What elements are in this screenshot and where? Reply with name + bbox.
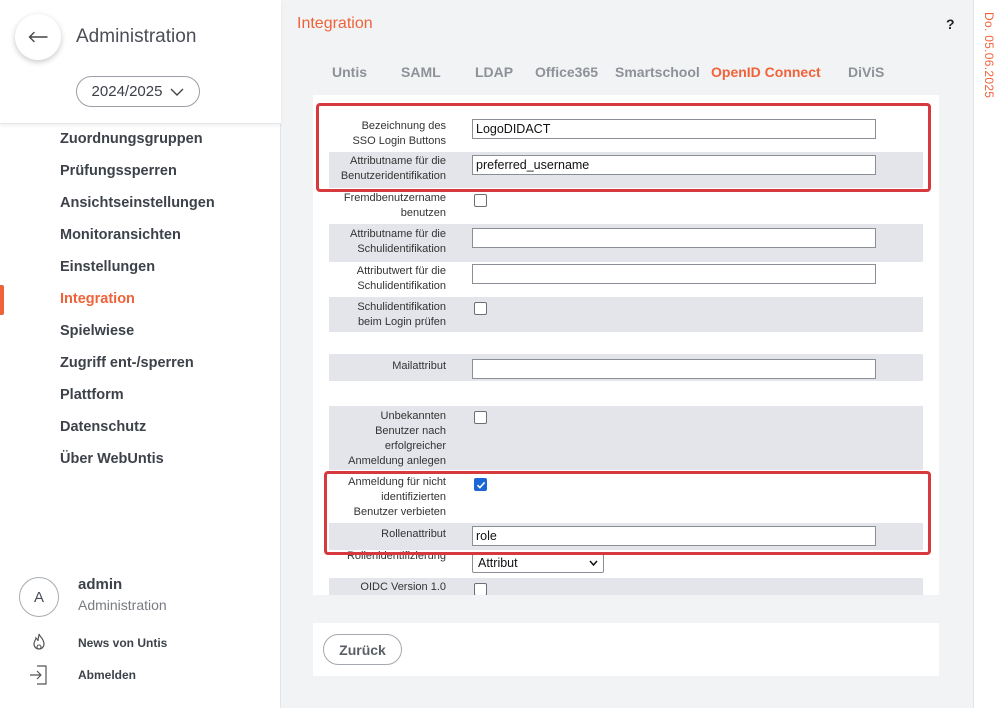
oidc-version-label: OIDC Version 1.0 — [360, 581, 446, 593]
form-row-mail-attribute: Mailattribut — [329, 354, 923, 381]
tab-ldap[interactable]: LDAP — [475, 64, 513, 80]
mail-attribute-label: Mailattribut — [392, 360, 446, 372]
date-strip: Do. 05.06.2025 — [973, 0, 1007, 708]
school-check-checkbox[interactable] — [474, 302, 487, 315]
form-row-school-value: Attributwert für die Schulidentifikation — [329, 262, 923, 297]
nav-item-zugriff[interactable]: Zugriff ent-/sperren — [60, 355, 194, 371]
arrow-left-icon — [28, 31, 48, 43]
form-row-oidc-version: OIDC Version 1.0 — [329, 578, 923, 595]
checkmark-icon — [476, 481, 486, 489]
tab-divis[interactable]: DiViS — [848, 64, 884, 80]
school-check-label: Schulidentifikation beim Login prüfen — [357, 301, 446, 328]
deny-login-label: Anmeldung für nicht identifizierten Benu… — [348, 476, 446, 518]
deny-login-checkbox[interactable] — [474, 478, 487, 491]
nav-item-einstellungen[interactable]: Einstellungen — [60, 259, 155, 275]
nav-item-datenschutz[interactable]: Datenschutz — [60, 419, 146, 435]
tab-openid-connect[interactable]: OpenID Connect — [711, 64, 821, 80]
help-icon[interactable]: ? — [946, 16, 955, 32]
role-ident-select[interactable]: Attribut — [472, 554, 604, 573]
form-row-foreign-username: Fremdbenutzername benutzen — [329, 188, 923, 224]
foreign-username-checkbox[interactable] — [474, 194, 487, 207]
school-attribute-label: Attributname für die Schulidentifikation — [350, 228, 446, 255]
nav-item-plattform[interactable]: Plattform — [60, 387, 124, 403]
user-attribute-input[interactable]: preferred_username — [472, 155, 876, 175]
sso-button-label: Bezeichnung des SSO Login Buttons — [352, 120, 446, 147]
chevron-down-icon — [170, 88, 184, 96]
user-avatar[interactable]: A — [19, 577, 59, 617]
form-row-school-check: Schulidentifikation beim Login prüfen — [329, 297, 923, 332]
school-year-dropdown[interactable]: 2024/2025 — [76, 76, 200, 107]
unknown-user-checkbox[interactable] — [474, 411, 487, 424]
page-title: Integration — [297, 15, 373, 32]
tab-untis[interactable]: Untis — [332, 64, 367, 80]
user-name: admin — [78, 576, 123, 593]
mail-attribute-input[interactable] — [472, 359, 876, 379]
unknown-user-label: Unbekannten Benutzer nach erfolgreicher … — [348, 410, 446, 467]
nav-item-pruefungssperren[interactable]: Prüfungssperren — [60, 163, 177, 179]
form-row-unknown-user: Unbekannten Benutzer nach erfolgreicher … — [329, 406, 923, 470]
school-attribute-input[interactable] — [472, 228, 876, 248]
school-value-label: Attributwert für die Schulidentifikation — [356, 265, 446, 292]
form-row-role-attribute: Rollenattribut role — [329, 523, 923, 550]
form-row-deny-login: Anmeldung für nicht identifizierten Benu… — [329, 472, 923, 522]
chevron-down-icon — [589, 560, 598, 567]
news-link[interactable]: News von Untis — [78, 636, 167, 650]
back-button[interactable]: Zurück — [323, 634, 402, 665]
user-attribute-label: Attributname für die Benutzeridentifikat… — [340, 155, 446, 182]
form-row-school-attribute: Attributname für die Schulidentifikation — [329, 224, 923, 262]
action-bar: Zurück — [313, 623, 939, 676]
role-attribute-label: Rollenattribut — [381, 528, 446, 540]
oidc-version-checkbox[interactable] — [474, 583, 487, 595]
foreign-username-label: Fremdbenutzername benutzen — [343, 192, 446, 219]
school-value-input[interactable] — [472, 264, 876, 284]
tab-saml[interactable]: SAML — [401, 64, 441, 80]
role-ident-label: Rollenidentifizierung — [346, 550, 446, 562]
sidebar: Administration 2024/2025 Zuordnungsgrupp… — [0, 0, 281, 708]
role-attribute-input[interactable]: role — [472, 526, 876, 546]
nav-item-monitoransichten[interactable]: Monitoransichten — [60, 227, 181, 243]
logout-link[interactable]: Abmelden — [78, 668, 136, 682]
form-row-role-ident: Rollenidentifizierung Attribut — [329, 550, 923, 576]
sso-button-input[interactable]: LogoDIDACT — [472, 119, 876, 139]
active-nav-indicator — [0, 285, 4, 315]
tab-smartschool[interactable]: Smartschool — [615, 64, 700, 80]
nav-item-zuordnungsgruppen[interactable]: Zuordnungsgruppen — [60, 131, 203, 147]
back-arrow-button[interactable] — [15, 14, 61, 60]
oidc-settings-form: Bezeichnung des SSO Login Buttons LogoDI… — [313, 95, 939, 595]
news-icon[interactable] — [28, 632, 50, 654]
nav-item-ueber-webuntis[interactable]: Über WebUntis — [60, 451, 164, 467]
form-row-user-attribute: Attributname für die Benutzeridentifikat… — [329, 152, 923, 188]
current-date: Do. 05.06.2025 — [982, 12, 996, 99]
sidebar-header: Administration 2024/2025 — [0, 0, 281, 124]
school-year-value: 2024/2025 — [91, 83, 163, 100]
nav-item-ansichtseinstellungen[interactable]: Ansichtseinstellungen — [60, 195, 215, 211]
user-role: Administration — [78, 597, 167, 613]
logout-icon[interactable] — [28, 664, 50, 686]
app-title: Administration — [76, 26, 197, 47]
nav-item-spielwiese[interactable]: Spielwiese — [60, 323, 134, 339]
role-ident-value: Attribut — [478, 556, 518, 570]
form-row-sso-button: Bezeichnung des SSO Login Buttons LogoDI… — [329, 115, 923, 152]
tab-office365[interactable]: Office365 — [535, 64, 598, 80]
nav-item-integration[interactable]: Integration — [60, 291, 135, 307]
